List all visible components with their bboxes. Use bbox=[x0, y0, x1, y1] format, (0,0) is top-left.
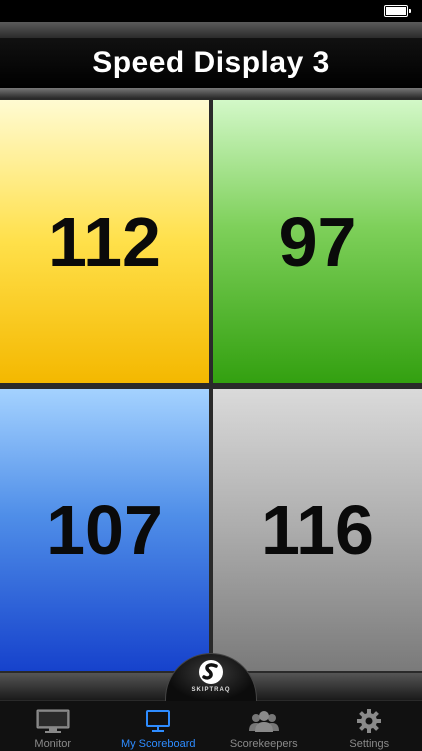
tab-label: My Scoreboard bbox=[121, 738, 196, 750]
tab-my-scoreboard[interactable]: My Scoreboard bbox=[106, 701, 212, 751]
speed-tile-1[interactable]: 112 bbox=[0, 100, 209, 383]
speed-value: 112 bbox=[48, 202, 161, 282]
tab-monitor[interactable]: Monitor bbox=[0, 701, 106, 751]
scoreboard-icon bbox=[145, 707, 171, 735]
skiptraq-logo-mark bbox=[194, 658, 228, 686]
speed-grid: 112 97 107 116 bbox=[0, 98, 422, 673]
speed-value: 97 bbox=[279, 202, 357, 282]
title-divider bbox=[0, 88, 422, 98]
tab-label: Settings bbox=[349, 738, 389, 750]
speed-tile-4[interactable]: 116 bbox=[213, 389, 422, 671]
speed-value: 116 bbox=[261, 490, 374, 570]
page-title: Speed Display 3 bbox=[92, 46, 330, 80]
speed-tile-2[interactable]: 97 bbox=[213, 100, 422, 383]
tab-scorekeepers[interactable]: Scorekeepers bbox=[211, 701, 317, 751]
status-bar bbox=[0, 0, 422, 22]
tab-bar: Monitor My Scoreboard Scorekeepers bbox=[0, 700, 422, 751]
speed-value: 107 bbox=[46, 490, 163, 570]
monitor-icon bbox=[36, 707, 70, 735]
tab-label: Monitor bbox=[34, 738, 71, 750]
top-bezel bbox=[0, 22, 422, 38]
title-bar: Speed Display 3 bbox=[0, 38, 422, 88]
gear-icon bbox=[356, 707, 382, 735]
scorekeepers-icon bbox=[247, 707, 281, 735]
tab-settings[interactable]: Settings bbox=[317, 701, 422, 751]
tab-label: Scorekeepers bbox=[230, 738, 298, 750]
speed-tile-3[interactable]: 107 bbox=[0, 389, 209, 671]
logo-text: SKIPTRAQ bbox=[191, 687, 230, 693]
battery-icon bbox=[384, 5, 408, 17]
